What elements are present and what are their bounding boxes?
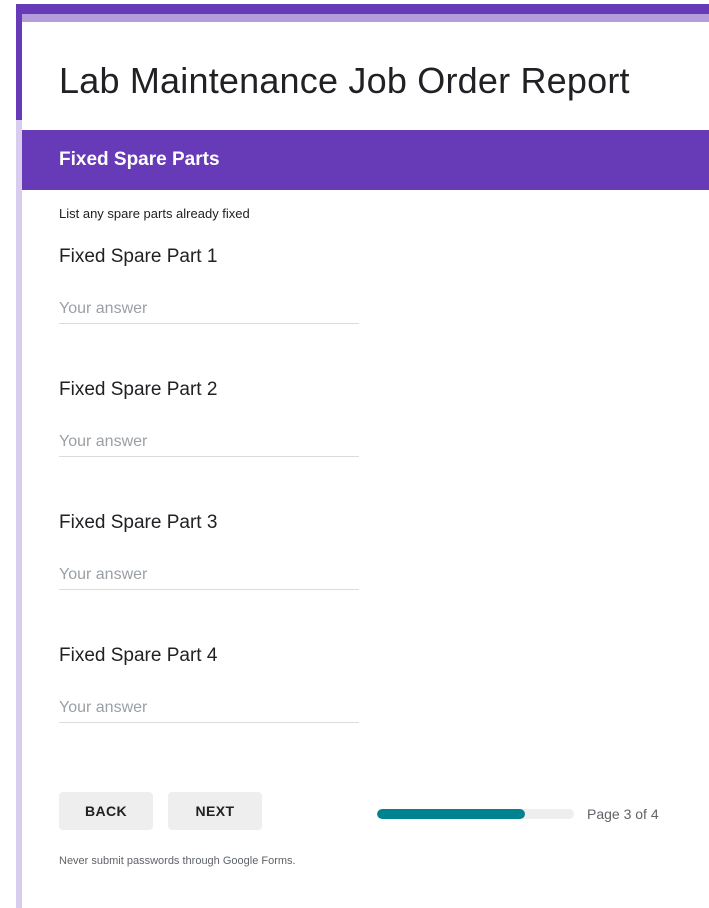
next-button[interactable]: NEXT [168,792,262,830]
form-card: Lab Maintenance Job Order Report Fixed S… [22,22,709,908]
section-description: List any spare parts already fixed [59,206,250,221]
question-label: Fixed Spare Part 1 [59,246,218,267]
question-label: Fixed Spare Part 3 [59,512,218,533]
form-page: Lab Maintenance Job Order Report Fixed S… [0,0,709,908]
question-fixed-spare-part-2: Fixed Spare Part 2 [59,377,359,457]
question-fixed-spare-part-4: Fixed Spare Part 4 [59,643,359,723]
question-label: Fixed Spare Part 2 [59,379,218,400]
question-fixed-spare-part-1: Fixed Spare Part 1 [59,244,359,324]
question-fixed-spare-part-3: Fixed Spare Part 3 [59,510,359,590]
answer-input-1[interactable] [59,295,359,324]
answer-input-4[interactable] [59,694,359,723]
answer-input-2[interactable] [59,428,359,457]
question-label: Fixed Spare Part 4 [59,645,218,666]
section-header: Fixed Spare Parts [22,130,709,190]
form-title: Lab Maintenance Job Order Report [59,60,630,101]
progress-bar-fill [377,809,525,819]
section-title: Fixed Spare Parts [59,149,220,170]
progress-bar [377,809,574,819]
header-top-stripe [22,14,709,22]
theme-accent-bar [16,4,709,14]
back-button[interactable]: BACK [59,792,153,830]
answer-input-3[interactable] [59,561,359,590]
password-warning: Never submit passwords through Google Fo… [59,855,296,867]
page-indicator: Page 3 of 4 [587,806,659,822]
